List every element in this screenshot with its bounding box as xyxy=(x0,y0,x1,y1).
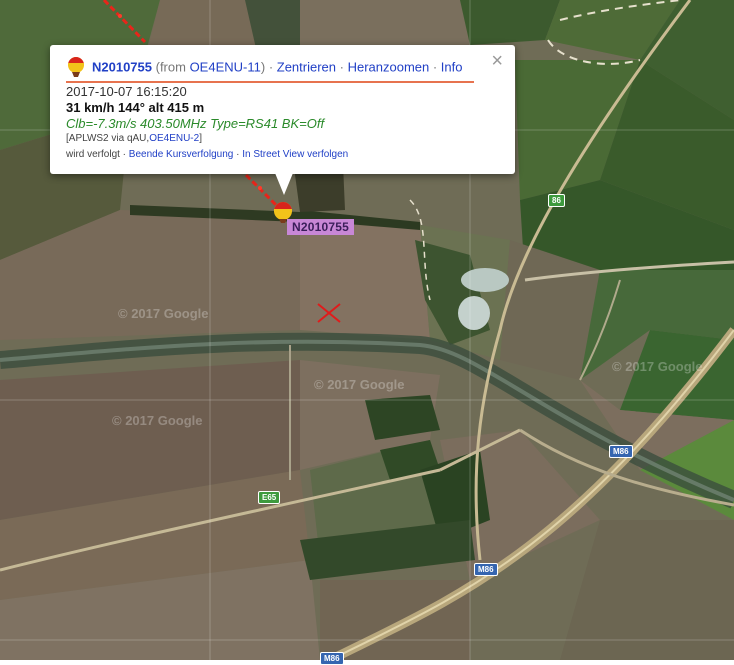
google-watermark: © 2017 Google xyxy=(118,306,209,321)
popup-divider xyxy=(66,81,474,83)
road-shield-m86: M86 xyxy=(320,652,344,665)
road-shield-m86: M86 xyxy=(474,563,498,576)
street-view-link[interactable]: In Street View verfolgen xyxy=(242,149,348,160)
speed-course-altitude: 31 km/h 144° alt 415 m xyxy=(66,100,205,115)
tracking-status: wird verfolgt · xyxy=(66,149,129,160)
tracking-line: wird verfolgt · Beende Kursverfolgung · … xyxy=(66,149,348,160)
marker-label[interactable]: N2010755 xyxy=(287,219,354,235)
separator: · xyxy=(265,59,277,75)
road-shield-86: 86 xyxy=(548,194,565,207)
aprs-path: [APLWS2 via qAU,OE4ENU-2] xyxy=(66,133,202,144)
separator: · xyxy=(429,59,441,75)
balloon-icon xyxy=(68,57,84,77)
road-shield-e65: E65 xyxy=(258,491,281,504)
info-link[interactable]: Info xyxy=(441,59,463,74)
close-icon[interactable]: × xyxy=(491,51,503,71)
separator: · xyxy=(336,59,348,75)
popup-tail xyxy=(275,173,293,195)
callsign-link[interactable]: N2010755 xyxy=(92,59,152,74)
zoom-in-link[interactable]: Heranzoomen xyxy=(348,59,430,74)
popup-header: N2010755 (from OE4ENU-11) · Zentrieren ·… xyxy=(66,57,485,79)
road-shield-m86: M86 xyxy=(609,445,633,458)
path-prefix: [APLWS2 via qAU, xyxy=(66,133,150,144)
stop-tracking-link[interactable]: Beende Kursverfolgung xyxy=(129,149,234,160)
from-station-link[interactable]: OE4ENU-11 xyxy=(190,59,261,74)
separator: · xyxy=(233,149,243,160)
from-prefix: (from xyxy=(152,59,190,75)
path-suffix: ] xyxy=(199,133,202,144)
google-watermark: © 2017 Google xyxy=(314,377,405,392)
telemetry-comment: Clb=-7.3m/s 403.50MHz Type=RS41 BK=Off xyxy=(66,116,325,131)
timestamp: 2017-10-07 16:15:20 xyxy=(66,84,187,99)
info-popup: × N2010755 (from OE4ENU-11) · Zentrieren… xyxy=(50,45,515,195)
path-station-link[interactable]: OE4ENU-2 xyxy=(149,133,199,144)
center-link[interactable]: Zentrieren xyxy=(277,59,336,74)
google-watermark: © 2017 Google xyxy=(112,413,203,428)
google-watermark: © 2017 Google xyxy=(612,359,703,374)
